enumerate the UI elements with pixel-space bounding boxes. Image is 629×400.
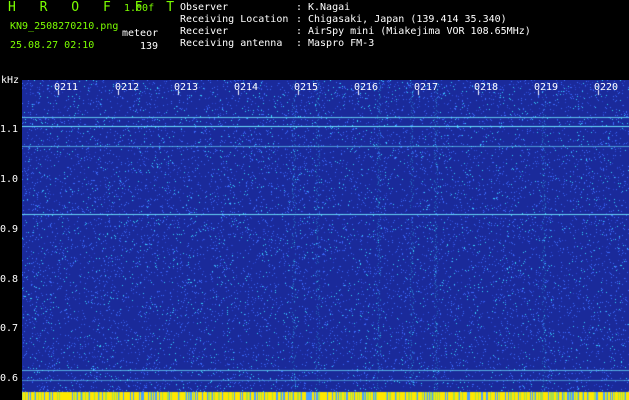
time-label-0219: 0219 <box>534 82 559 93</box>
antenna-value: Maspro FM-3 <box>308 38 375 49</box>
observer-colon: : <box>296 2 303 13</box>
receiver-label: Receiver <box>180 26 229 37</box>
y-tick-0-8: 0.8 <box>0 274 19 285</box>
time-label-0214: 0214 <box>234 82 259 93</box>
y-tick-0-7: 0.7 <box>0 323 19 334</box>
spectrogram <box>22 80 629 400</box>
spectrogram-canvas <box>22 80 629 400</box>
receiver-colon: : <box>296 26 303 37</box>
y-tick-1-1: 1.1 <box>0 124 19 135</box>
hrofft-window: { "header": { "app_title": "H R O F F T"… <box>0 0 629 400</box>
observer-label: Observer <box>180 2 229 13</box>
time-label-0216: 0216 <box>354 82 379 93</box>
time-label-0212: 0212 <box>115 82 140 93</box>
y-tick-1-0: 1.0 <box>0 174 19 185</box>
y-axis-unit-label: kHz <box>1 75 20 86</box>
filename-label: KN9_2508270210.png <box>10 21 119 32</box>
location-colon: : <box>296 14 303 25</box>
receiver-value: AirSpy mini (Miakejima VOR 108.65MHz) <box>308 26 531 37</box>
datetime-label: 25.08.27 02:10 <box>10 40 95 51</box>
time-label-0213: 0213 <box>174 82 199 93</box>
antenna-colon: : <box>296 38 303 49</box>
time-label-0211: 0211 <box>54 82 79 93</box>
y-tick-0-9: 0.9 <box>0 224 19 235</box>
meteor-count: 139 <box>140 41 159 52</box>
observer-value: K.Nagai <box>308 2 351 13</box>
meteor-label: meteor <box>122 28 159 39</box>
time-label-0220: 0220 <box>594 82 619 93</box>
antenna-label: Receiving antenna <box>180 38 283 49</box>
location-value: Chigasaki, Japan (139.414 35.340) <box>308 14 507 25</box>
time-label-0217: 0217 <box>414 82 439 93</box>
time-label-0215: 0215 <box>294 82 319 93</box>
version-label: 1.00f <box>124 3 155 14</box>
location-label: Receiving Location <box>180 14 289 25</box>
y-tick-0-6: 0.6 <box>0 373 19 384</box>
app-title: H R O F F T <box>8 0 183 15</box>
time-label-0218: 0218 <box>474 82 499 93</box>
